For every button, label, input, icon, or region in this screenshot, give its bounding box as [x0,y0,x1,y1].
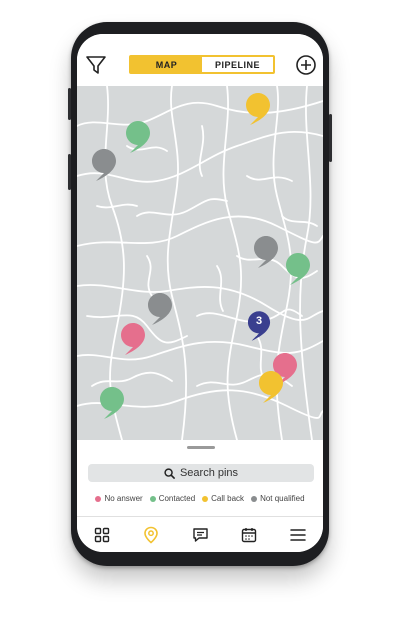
legend-label: Contacted [158,494,196,503]
map-pin-call-back[interactable] [245,92,271,126]
app-screen: MAP PIPELINE 3 Search pins No answer Con… [77,34,323,552]
search-pins-field[interactable]: Search pins [88,464,314,482]
legend-dot [251,495,258,502]
legend-item-no-answer: No answer [95,494,143,503]
filter-icon[interactable] [85,54,107,76]
legend-dot [149,495,156,502]
app-header: MAP PIPELINE [77,34,323,86]
bottom-nav [77,516,323,552]
pin-legend: No answer Contacted Call back Not qualif… [77,494,323,503]
map-pin-no-answer[interactable] [120,322,146,356]
tab-map[interactable]: MAP [131,57,202,72]
nav-item-messages[interactable] [175,517,224,552]
map-pin-not-qualified[interactable] [147,292,173,326]
legend-item-call-back: Call back [202,494,244,503]
sheet-drag-handle[interactable] [187,446,215,449]
phone-side-button [329,114,332,162]
view-toggle: MAP PIPELINE [129,55,275,74]
legend-item-not-qualified: Not qualified [251,494,305,503]
nav-item-map[interactable] [126,517,175,552]
legend-item-contacted: Contacted [149,494,196,503]
map-view[interactable]: 3 [77,86,323,440]
legend-label: Not qualified [260,494,305,503]
menu-icon [290,529,307,541]
map-pin-contacted[interactable] [99,386,125,420]
legend-label: Call back [211,494,245,503]
nav-item-dashboard[interactable] [77,517,126,552]
phone-frame: MAP PIPELINE 3 Search pins No answer Con… [68,22,332,566]
add-circle-icon[interactable] [295,54,317,76]
search-label: Search pins [179,467,239,479]
search-icon [164,467,175,479]
nav-item-calendar[interactable] [225,517,274,552]
map-pin-contacted[interactable] [125,120,151,154]
calendar-icon [242,528,257,543]
map-pin-cluster[interactable] [247,310,271,342]
map-pin-not-qualified[interactable] [91,148,117,182]
tab-pipeline[interactable]: PIPELINE [202,57,273,72]
nav-item-menu[interactable] [274,517,323,552]
grid-icon [94,527,109,543]
legend-dot [95,495,102,502]
legend-label: No answer [104,494,143,503]
bottom-sheet: Search pins No answer Contacted Call bac… [77,440,323,516]
phone-side-button [68,154,71,190]
chat-icon [192,528,208,542]
map-pin-not-qualified[interactable] [253,235,279,269]
phone-side-button [68,88,71,120]
map-pin-call-back[interactable] [258,370,284,404]
map-pin-icon [143,526,158,544]
map-pin-contacted[interactable] [285,252,311,286]
legend-dot [202,495,209,502]
